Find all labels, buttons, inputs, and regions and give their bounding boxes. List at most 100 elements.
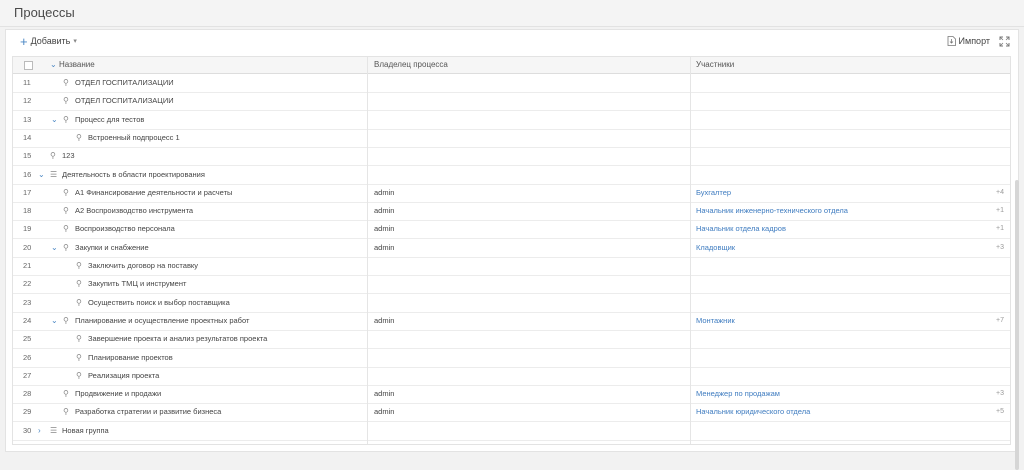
participants-count[interactable]: +3 [996,239,1004,257]
process-icon: ⚲ [63,389,69,399]
table-row[interactable]: 18 ⚲ А2 Воспроизводство инструмента admin На… [13,202,1010,222]
participants-count[interactable]: +1 [996,220,1004,238]
process-name[interactable]: А2 Воспроизводство инструмента [75,202,193,220]
process-name[interactable]: Закупки и снабжение [75,239,149,257]
process-owner: admin [374,224,395,234]
row-number: 27 [23,370,32,380]
process-icon: ⚲ [63,242,69,252]
participants-count[interactable]: +4 [996,184,1004,202]
process-icon: ⚲ [63,315,69,325]
import-button-label: Импорт [958,36,990,46]
table-row[interactable]: 11 ⚲ ОТДЕЛ ГОСПИТАЛИЗАЦИИ [13,74,1010,93]
process-name[interactable]: А1 Финансирование деятельности и расчеты [75,184,232,202]
process-icon: ⚲ [76,334,82,344]
process-icon: ⚲ [76,352,82,362]
add-button[interactable]: + Добавить ▾ [20,33,77,49]
table-row[interactable]: 17 ⚲ А1 Финансирование деятельности и расч… [13,184,1010,203]
participant-link[interactable]: Кладовщик [696,239,735,257]
participant-link[interactable]: Менеджер по продажам [696,385,780,403]
chevron-down-icon[interactable]: ⌄ [38,166,45,184]
table-row[interactable]: 26 ⚲ Планирование проектов [13,349,1010,368]
chevron-down-icon[interactable]: ⌄ [51,111,58,129]
process-name[interactable]: ОТДЕЛ ГОСПИТАЛИЗАЦИИ [75,92,174,110]
process-name[interactable]: Встроенный подпроцесс 1 [88,129,180,147]
table-row[interactable]: 20 ⌄ ⚲ Закупки и снабжение admin Кладовщик +3 [13,239,1010,258]
row-number: 19 [23,224,32,234]
chevron-right-icon[interactable]: › [38,422,41,440]
plus-icon: + [20,33,28,49]
process-icon: ⚲ [63,407,69,417]
page-header: Процессы [0,0,1024,27]
process-name[interactable]: Осуществить поиск и выбор поставщика [88,294,230,312]
row-number: 22 [23,279,32,289]
chevron-down-icon: ▾ [73,38,77,45]
process-name[interactable]: Планирование и осуществление проектных р… [75,312,249,330]
table-row[interactable]: 22 ⚲ Закупить ТМЦ и инструмент [13,275,1010,295]
participants-count[interactable]: +1 [996,202,1004,220]
toolbar: + Добавить ▾ Импорт [6,30,1018,56]
participant-link[interactable]: Начальник юридического отдела [696,403,810,421]
chevron-down-icon[interactable]: ⌄ [51,312,58,330]
page-title: Процессы [14,5,75,20]
process-icon: ⚲ [63,114,69,124]
table-row[interactable]: 27 ⚲ Реализация проекта [13,367,1010,386]
vertical-scrollbar[interactable] [1015,180,1019,470]
process-icon: ⚲ [63,78,69,87]
row-number: 29 [23,407,32,417]
table-row[interactable]: 29 ⚲ Разработка стратегии и развитие бизне… [13,403,1010,423]
table-row[interactable]: 24 ⌄ ⚲ Планирование и осуществление проектн… [13,312,1010,331]
fullscreen-icon[interactable] [999,36,1010,47]
table-row[interactable]: 15 ⚲ 123 [13,147,1010,167]
process-icon: ⚲ [76,297,82,307]
participants-count[interactable]: +3 [996,385,1004,403]
table-row[interactable]: 13 ⌄ ⚲ Процесс для тестов [13,111,1010,130]
row-number: 23 [23,297,32,307]
process-owner: admin [374,242,395,252]
table-row[interactable]: 16 ⌄ ☰ Деятельность в области проектировани… [13,166,1010,185]
process-name[interactable]: Завершение проекта и анализ результатов … [88,330,267,348]
table-row[interactable]: 30 › ☰ Новая группа [13,422,1010,441]
process-name[interactable]: Воспроизводство персонала [75,220,175,238]
participants-count[interactable]: +7 [996,312,1004,330]
process-name[interactable]: Заключить договор на поставку [88,257,198,275]
table-row[interactable]: 28 ⚲ Продвижение и продажи admin Менеджер по… [13,385,1010,405]
row-number: 14 [23,132,32,142]
column-header-owner[interactable]: Владелец процесса [374,57,448,73]
table-row[interactable]: 14 ⚲ Встроенный подпроцесс 1 [13,129,1010,148]
process-name[interactable]: Разработка стратегии и развитие бизнеса [75,403,221,421]
process-name[interactable]: Закупить ТМЦ и инструмент [88,275,186,293]
process-name[interactable]: Новая группа [62,422,109,440]
import-button[interactable]: Импорт [947,36,990,46]
table-row[interactable]: 21 ⚲ Заключить договор на поставку [13,257,1010,276]
column-divider [367,57,368,444]
participant-link[interactable]: Монтажник [696,312,735,330]
column-header-name[interactable]: ⌄ Название [50,57,95,73]
process-name[interactable]: Продвижение и продажи [75,385,161,403]
row-number: 24 [23,315,32,325]
process-icon: ⚲ [50,151,56,161]
select-all-checkbox[interactable] [24,61,33,70]
process-name[interactable]: Планирование проектов [88,349,173,367]
chevron-down-icon: ⌄ [50,60,57,69]
table-row[interactable]: 12 ⚲ ОТДЕЛ ГОСПИТАЛИЗАЦИИ [13,92,1010,112]
table-row[interactable]: 23 ⚲ Осуществить поиск и выбор поставщика [13,294,1010,313]
table-row[interactable]: 25 ⚲ Завершение проекта и анализ результат… [13,330,1010,350]
process-name[interactable]: Деятельность в области проектирования [62,166,205,184]
process-table: ⌄ Название Владелец процесса Участники 1… [12,56,1011,445]
participant-link[interactable]: Бухгалтер [696,184,731,202]
processes-panel: + Добавить ▾ Импорт ⌄ Название Владелец … [5,29,1019,470]
participant-link[interactable]: Начальник инженерно-технического отдела [696,202,848,220]
participant-link[interactable]: Начальник отдела кадров [696,220,786,238]
chevron-down-icon[interactable]: ⌄ [51,239,58,257]
process-name[interactable]: 123 [62,147,75,165]
process-name[interactable]: Реализация проекта [88,367,159,385]
process-name[interactable]: ОТДЕЛ ГОСПИТАЛИЗАЦИИ [75,74,174,92]
column-divider [690,57,691,444]
process-name[interactable]: Процесс для тестов [75,111,144,129]
column-header-participants[interactable]: Участники [696,57,734,73]
process-icon: ⚲ [63,187,69,197]
participants-count[interactable]: +5 [996,403,1004,421]
row-number: 30 [23,425,32,435]
table-row[interactable]: 19 ⚲ Воспроизводство персонала admin Начальн… [13,220,1010,240]
column-header-name-label: Название [58,60,95,69]
